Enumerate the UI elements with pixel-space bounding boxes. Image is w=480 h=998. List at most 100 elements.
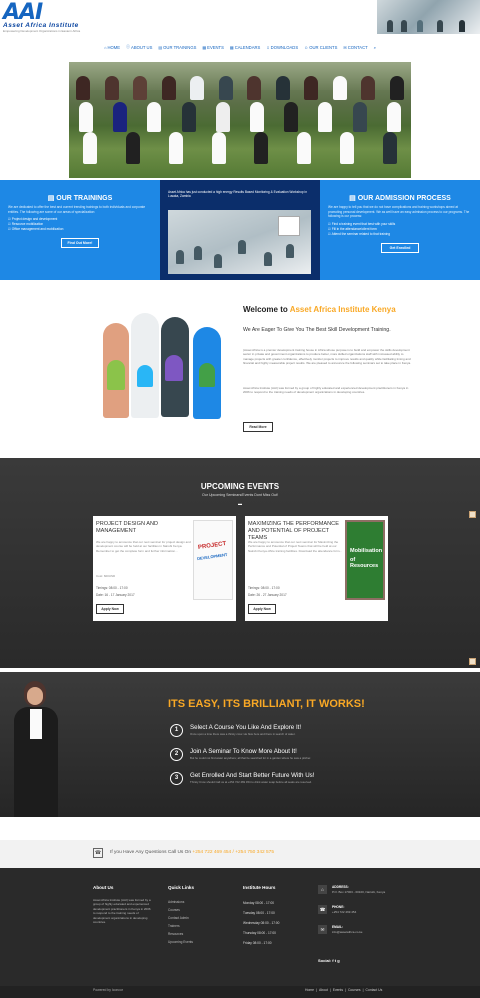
phone-numbers[interactable]: +254 722 469 454 / +254 750 342 575 (192, 850, 274, 855)
logo-tagline: Empowering Development Organizations in … (3, 29, 81, 33)
list-item: ☑ Attend the seminar related to that tra… (328, 231, 391, 236)
event-title[interactable]: Maximizing the Performance and Potential… (248, 521, 343, 542)
book-icon: ▤ (47, 195, 57, 202)
trainings-list: ☑ Project design and development ☑ Resou… (0, 214, 160, 232)
get-enrolled-button[interactable]: Get Enrolled (381, 242, 419, 253)
step-title: Select A Course You Like And Explore It! (190, 724, 302, 731)
footer-link[interactable]: Contact Admin (168, 914, 193, 922)
steps-title: Its Easy, Its Brilliant, It Works! (168, 698, 365, 710)
steps-section: Its Easy, Its Brilliant, It Works! 1 Sel… (0, 672, 480, 817)
main-navigation: ⌂ Home ⓘ About Us ▤ Our Trainings ▦ Events ▦… (0, 41, 480, 53)
site-header: AAI Asset Africa Institute Empowering De… (0, 0, 480, 38)
workshop-photo (168, 210, 311, 274)
event-title[interactable]: Project Design and Management (96, 521, 191, 535)
event-timings: Timings: 08:00 - 17:00 (248, 586, 280, 590)
hero-group-photo (69, 62, 411, 178)
hours-row: Friday 08:00 - 17:00 (243, 941, 272, 945)
event-dates: Date: 26 - 27 January 2017 (248, 593, 287, 597)
logo-mark: AAI (3, 0, 43, 25)
event-description: We are happy to announce that our next s… (248, 540, 342, 553)
footer-hours-title: Institute Hours (243, 885, 276, 890)
hours-row: Thursday 08:00 - 17:00 (243, 931, 276, 935)
call-text: If you Have Any Questions Call Us On +25… (110, 850, 275, 855)
bottom-bar: Powered by Iconcor Home | About | Events | … (0, 986, 480, 998)
nav-downloads[interactable]: ⇩ Downloads (266, 41, 298, 53)
step-number: 1 (170, 724, 183, 737)
nav-calendars[interactable]: ▦ Calendars (230, 41, 260, 53)
mail-icon: ✉ (343, 44, 347, 50)
phone-icon: ☎ (93, 848, 103, 858)
info-icon: ⓘ (126, 44, 131, 49)
facebook-icon[interactable]: f (332, 958, 333, 963)
event-timings: Timings: 08:00 - 17:00 (96, 586, 128, 590)
step-number: 3 (170, 772, 183, 785)
side-tab-icon[interactable] (469, 658, 476, 665)
footer-link[interactable]: Trainers (168, 922, 193, 930)
download-icon: ⇩ (266, 44, 270, 50)
footer-about-text: Asset Africa Institute (AAI) was formed … (93, 898, 151, 925)
step-description: Once upon a time there was a thirsty cro… (190, 732, 296, 736)
footer-links: Admissions Courses Contact Admin Trainer… (168, 898, 193, 946)
footer-link[interactable]: Resources (168, 930, 193, 938)
event-cost: Cost: 600USD (96, 574, 116, 578)
hours-row: Wednesday 08:00 - 17:00 (243, 921, 280, 925)
step-description: Thirsty Crow should Call us at +254 722 … (190, 780, 312, 784)
side-tab-icon[interactable] (469, 511, 476, 518)
search-icon: ⌕ (373, 44, 376, 50)
google-icon[interactable]: g (337, 958, 339, 963)
events-section: Upcoming Events Our Upcoming Seminars/Ev… (0, 458, 480, 668)
bottom-link[interactable]: Home (305, 988, 314, 992)
apply-now-button[interactable]: Apply Now (248, 604, 276, 614)
twitter-icon[interactable]: t (335, 958, 336, 963)
event-card[interactable]: Maximizing the Performance and Potential… (245, 516, 388, 621)
book-icon: ▤ (349, 195, 358, 202)
hours-row: Monday 08:00 - 17:00 (243, 901, 275, 905)
footer-link[interactable]: Upcoming Events (168, 938, 193, 946)
info-strip: ▤ Our Trainings We are dedicated to offe… (0, 180, 480, 280)
divider-icon: ▬ (238, 501, 242, 506)
admission-panel: ▤ Our Admission Process We are happy to … (320, 180, 480, 280)
nav-search[interactable]: ⌕ (374, 41, 376, 53)
site-footer: About Us Asset Africa Institute (AAI) wa… (0, 868, 480, 986)
footer-link[interactable]: Courses (168, 906, 193, 914)
read-more-button[interactable]: Read More (243, 422, 273, 432)
events-subtitle: Our Upcoming Seminars/Events Dont Miss O… (201, 493, 279, 497)
welcome-subtitle: We Are Eager To Give You The Best Skill … (243, 327, 391, 333)
call-bar: ☎ If you Have Any Questions Call Us On +… (0, 840, 480, 868)
event-card[interactable]: Project Design and Management We are hap… (93, 516, 236, 621)
bottom-link[interactable]: Events (333, 988, 343, 992)
footer-link[interactable]: Admissions (168, 898, 193, 906)
footer-links-title: Quick Links (168, 885, 195, 890)
mail-icon: ✉ (318, 925, 327, 934)
nav-contact[interactable]: ✉ Contact (343, 41, 367, 53)
step-title: Get Enrolled And Start Better Future Wit… (190, 772, 315, 779)
bottom-links: Home | About | Events | Courses | Contact Us (305, 988, 383, 992)
event-image: Mobilisation of Resources (345, 520, 385, 600)
site-logo[interactable]: AAI Asset Africa Institute Empowering De… (3, 0, 123, 34)
nav-trainings[interactable]: ▤ Our Trainings (158, 41, 196, 53)
book-icon: ▤ (158, 44, 163, 50)
welcome-title: Welcome to Asset Africa Institute Kenya (243, 305, 396, 314)
home-icon: ⌂ (318, 885, 327, 894)
admission-title: ▤ Our Admission Process (349, 195, 451, 202)
trainings-panel: ▤ Our Trainings We are dedicated to offe… (0, 180, 160, 280)
students-image (95, 305, 235, 420)
step-description: But he could not find water anywhere; al… (190, 756, 311, 760)
trainings-text: We are dedicated to offer the best and c… (8, 205, 146, 214)
nav-home[interactable]: ⌂ Home (104, 41, 120, 53)
find-out-more-button[interactable]: Find Out More! (61, 238, 99, 248)
bottom-link[interactable]: About (319, 988, 328, 992)
trainings-title: ▤ Our Trainings (47, 195, 113, 202)
event-dates: Date: 16 - 17 January 2017 (96, 593, 135, 597)
admission-text: We are happy to tell you that we do not … (328, 205, 470, 218)
bottom-link[interactable]: Courses (348, 988, 361, 992)
nav-clients[interactable]: ☺ Our Clients (304, 41, 337, 53)
nav-about[interactable]: ⓘ About Us (126, 41, 152, 53)
admission-list: ☑ Find a training event that best with y… (320, 219, 480, 237)
bottom-link[interactable]: Contact Us (366, 988, 383, 992)
nav-events[interactable]: ▦ Events (202, 41, 224, 53)
apply-now-button[interactable]: Apply Now (96, 604, 124, 614)
welcome-paragraph: (Asset Africa is a premier development t… (243, 348, 412, 366)
event-image: PROJECT DEVELOPMENT (193, 520, 233, 600)
workshop-caption: Asset Africa has just conducted a high e… (168, 190, 308, 198)
